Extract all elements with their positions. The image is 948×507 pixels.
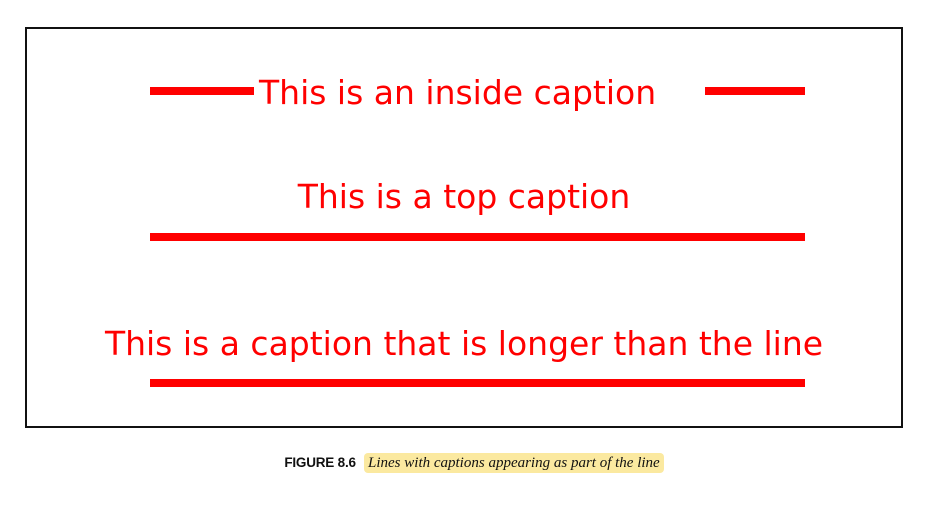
top-caption-text: This is a top caption xyxy=(297,177,631,216)
longer-caption-line xyxy=(150,379,805,387)
inside-caption-line-left xyxy=(150,87,254,95)
inside-caption-text: This is an inside caption xyxy=(259,73,657,112)
figure-label: FIGURE 8.6 xyxy=(284,455,356,470)
figure-frame: This is an inside caption This is a top … xyxy=(25,27,903,428)
inside-caption-line-right xyxy=(705,87,805,95)
figure-description: Lines with captions appearing as part of… xyxy=(364,453,664,473)
longer-caption-text: This is a caption that is longer than th… xyxy=(104,324,824,363)
top-caption-line xyxy=(150,233,805,241)
figure-caption: FIGURE 8.6 Lines with captions appearing… xyxy=(0,453,948,473)
